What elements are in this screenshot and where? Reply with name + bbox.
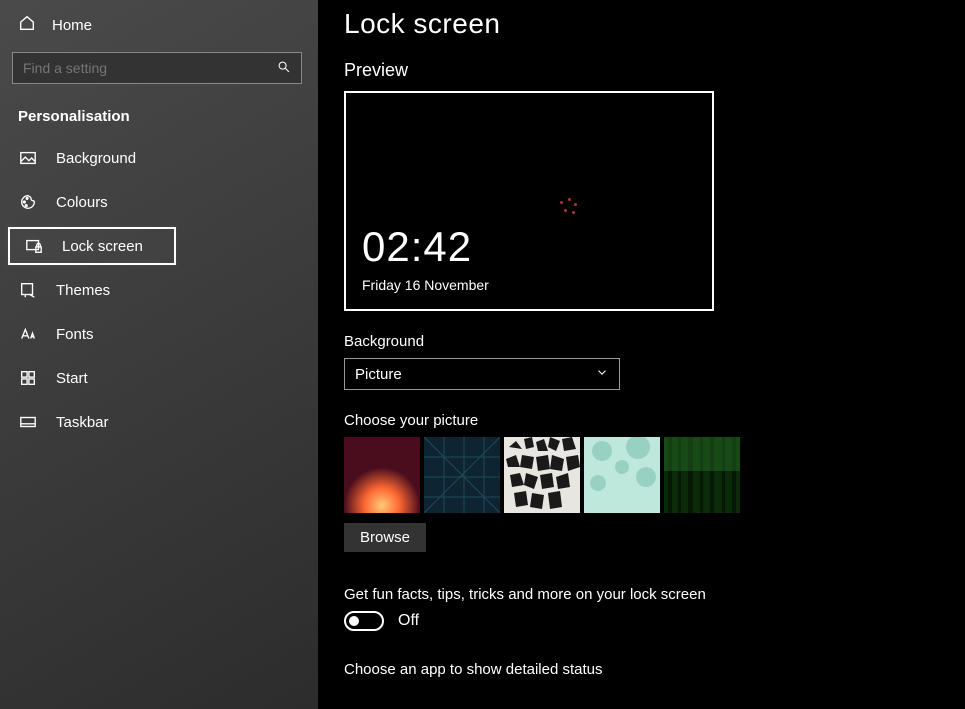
preview-date: Friday 16 November [362,277,696,293]
search-wrap [0,52,318,84]
sidebar-item-background[interactable]: Background [0,137,318,179]
sidebar-item-label: Start [56,370,88,387]
picture-icon [18,149,38,167]
taskbar-icon [18,413,38,431]
background-dropdown[interactable]: Picture [344,358,620,390]
sidebar: Home Personalisation Background Colours … [0,0,318,709]
themes-icon [18,281,38,299]
nav-home[interactable]: Home [0,0,318,50]
sidebar-item-label: Background [56,150,136,167]
chevron-down-icon [595,365,609,383]
sidebar-item-label: Colours [56,194,108,211]
toggle-knob [349,616,359,626]
sidebar-item-label: Lock screen [62,238,143,255]
lock-screen-icon [24,237,44,255]
picture-thumb-4[interactable] [584,437,660,513]
sidebar-item-fonts[interactable]: Fonts [0,313,318,355]
picture-thumbnails [344,437,955,513]
sidebar-item-themes[interactable]: Themes [0,269,318,311]
browse-button-label: Browse [360,529,410,546]
fun-facts-toggle-row: Off [344,611,955,631]
search-icon [277,60,291,77]
background-dropdown-value: Picture [355,366,402,383]
nav-home-label: Home [52,17,92,34]
main-content: Lock screen Preview 02:42 Friday 16 Nove… [318,0,965,709]
sidebar-item-lock-screen[interactable]: Lock screen [6,225,178,267]
sidebar-item-label: Taskbar [56,414,109,431]
palette-icon [18,193,38,211]
fun-facts-toggle-state: Off [398,612,419,630]
lock-screen-preview: 02:42 Friday 16 November [344,91,714,311]
fun-facts-toggle[interactable] [344,611,384,631]
preview-time: 02:42 [362,223,696,271]
home-icon [18,14,36,36]
fonts-icon [18,325,38,343]
sidebar-item-taskbar[interactable]: Taskbar [0,401,318,443]
search-input-wrap[interactable] [12,52,302,84]
browse-button[interactable]: Browse [344,523,426,552]
picture-thumb-1[interactable] [344,437,420,513]
sidebar-item-label: Themes [56,282,110,299]
detailed-status-label: Choose an app to show detailed status [344,661,955,678]
page-title: Lock screen [344,8,955,40]
fun-facts-label: Get fun facts, tips, tricks and more on … [344,586,955,603]
sidebar-category: Personalisation [0,102,318,127]
sidebar-item-start[interactable]: Start [0,357,318,399]
search-input[interactable] [23,60,277,76]
picture-thumb-3[interactable] [504,437,580,513]
picture-thumb-5[interactable] [664,437,740,513]
background-label: Background [344,333,955,350]
preview-label: Preview [344,60,955,81]
start-icon [18,369,38,387]
sidebar-item-colours[interactable]: Colours [0,181,318,223]
choose-picture-label: Choose your picture [344,412,955,429]
picture-thumb-2[interactable] [424,437,500,513]
sidebar-item-label: Fonts [56,326,94,343]
